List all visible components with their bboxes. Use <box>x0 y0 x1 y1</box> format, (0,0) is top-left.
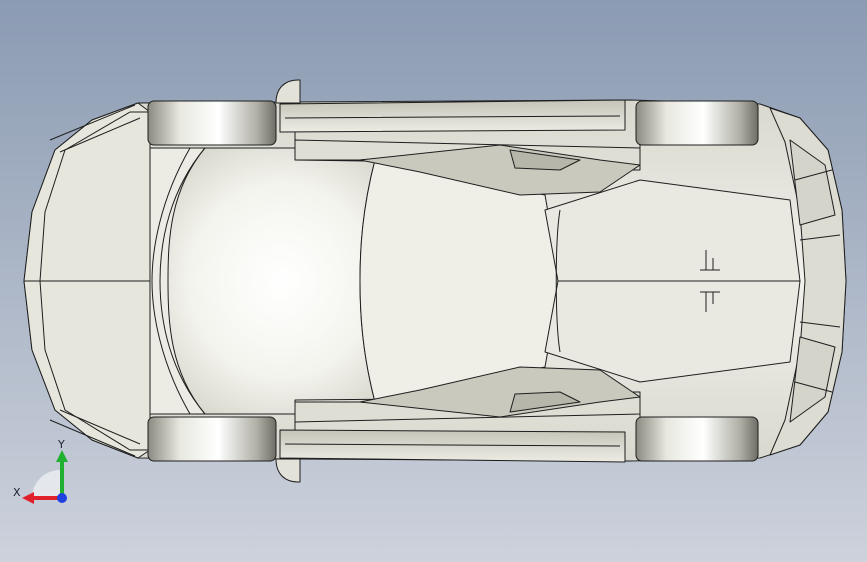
wheel-rear-top[interactable] <box>635 100 759 146</box>
wheel-front-top[interactable] <box>147 100 277 146</box>
car-model-top-view[interactable] <box>23 79 847 483</box>
side-mirror-top[interactable] <box>275 79 301 104</box>
y-axis-arrowhead <box>56 450 68 462</box>
triad-base <box>32 470 60 498</box>
axis-triad: Y X <box>13 438 68 504</box>
y-axis-label: Y <box>57 438 65 451</box>
x-axis-label: X <box>13 486 21 499</box>
cad-model-viewport[interactable] <box>0 0 867 562</box>
z-axis-dot <box>57 493 67 503</box>
rear-glass <box>359 159 561 403</box>
x-axis-arrowhead <box>22 492 34 504</box>
wheel-rear-bottom[interactable] <box>635 416 759 462</box>
wheel-front-bottom[interactable] <box>147 416 277 462</box>
side-mirror-bottom[interactable] <box>275 458 301 483</box>
